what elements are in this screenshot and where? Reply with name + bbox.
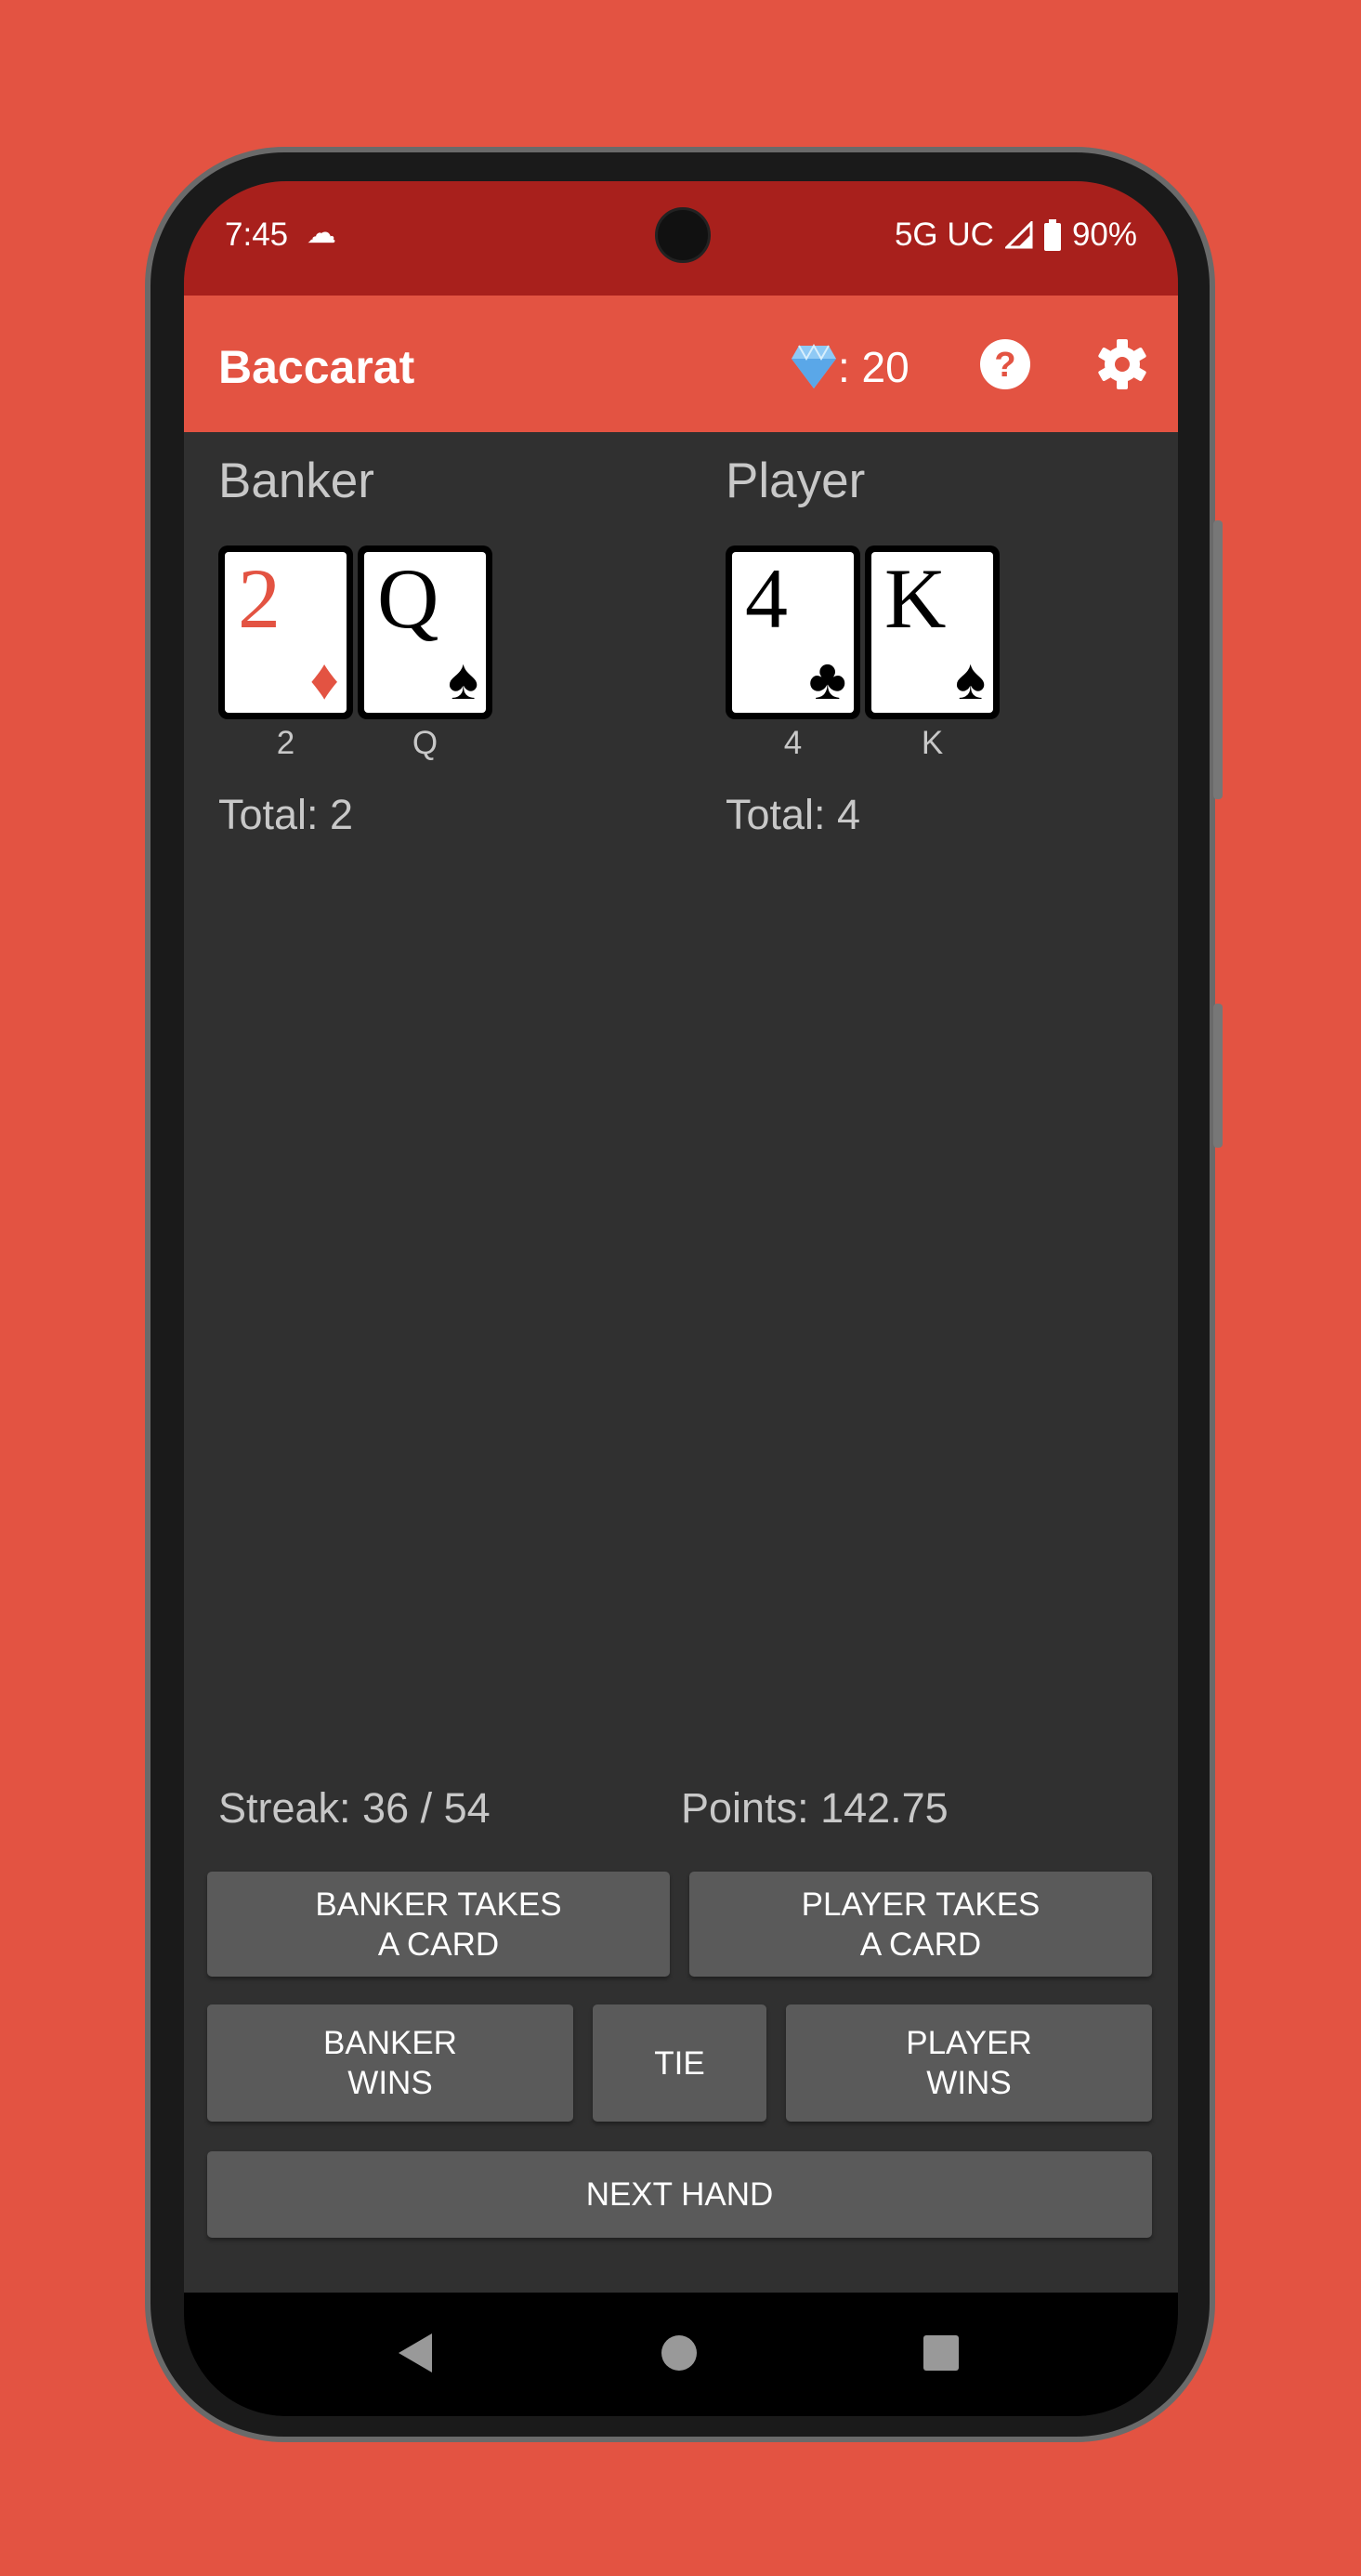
gear-icon[interactable] [1094,336,1150,392]
gem-counter: : 20 [790,342,910,392]
svg-text:?: ? [994,346,1015,385]
card-rank: K [884,551,947,646]
banker-total: Total: 2 [218,791,354,838]
player-takes-card-button[interactable]: PLAYER TAKES A CARD [689,1872,1152,1977]
next-hand-button[interactable]: NEXT HAND [207,2151,1152,2238]
app-title: Baccarat [218,341,415,393]
playing-card: 4 ♣ [726,545,860,719]
player-title: Player [726,453,866,508]
club-suit-icon: ♣ [808,648,846,712]
signal-icon [1004,221,1033,249]
help-icon[interactable]: ? [977,336,1033,392]
playing-card: K ♠ [865,545,1000,719]
tie-button[interactable]: TIE [593,2004,766,2122]
card-label: 4 [783,725,803,761]
cloud-icon: ☁ [307,216,336,249]
card-rank: 2 [238,551,281,646]
points-label: Points: 142.75 [681,1784,949,1832]
playing-card: Q ♠ [358,545,492,719]
navigation-bar [184,2293,1178,2416]
screen: 7:45 ☁ 5G UC 90% Baccarat : 20 ? Banker … [184,181,1178,2416]
card-rank: Q [377,551,439,646]
streak-label: Streak: 36 / 54 [218,1784,491,1832]
playing-card: 2 ♦ [218,545,353,719]
volume-button [1213,520,1223,799]
battery-icon [1043,219,1061,251]
gem-count: : 20 [838,343,910,391]
card-label: 2 [276,725,295,761]
status-time: 7:45 [225,217,289,253]
battery-label: 90% [1071,217,1137,253]
card-rank: 4 [745,551,788,646]
recents-icon[interactable] [923,2334,960,2372]
power-button [1213,1004,1223,1148]
card-label: Q [412,725,438,761]
spade-suit-icon: ♠ [448,648,478,712]
home-icon[interactable] [661,2334,698,2372]
back-icon[interactable] [397,2332,434,2374]
status-bar: 7:45 ☁ 5G UC 90% [184,181,1178,296]
network-label: 5G UC [894,217,994,253]
camera-cutout [655,207,711,263]
spade-suit-icon: ♠ [955,648,986,712]
banker-takes-card-button[interactable]: BANKER TAKES A CARD [207,1872,670,1977]
app-bar: Baccarat : 20 ? [184,296,1178,432]
card-label: K [921,725,944,761]
player-total: Total: 4 [726,791,861,838]
diamond-suit-icon: ♦ [309,648,339,712]
diamond-icon [792,344,836,388]
banker-wins-button[interactable]: BANKER WINS [207,2004,573,2122]
player-wins-button[interactable]: PLAYER WINS [786,2004,1152,2122]
banker-title: Banker [218,453,374,508]
